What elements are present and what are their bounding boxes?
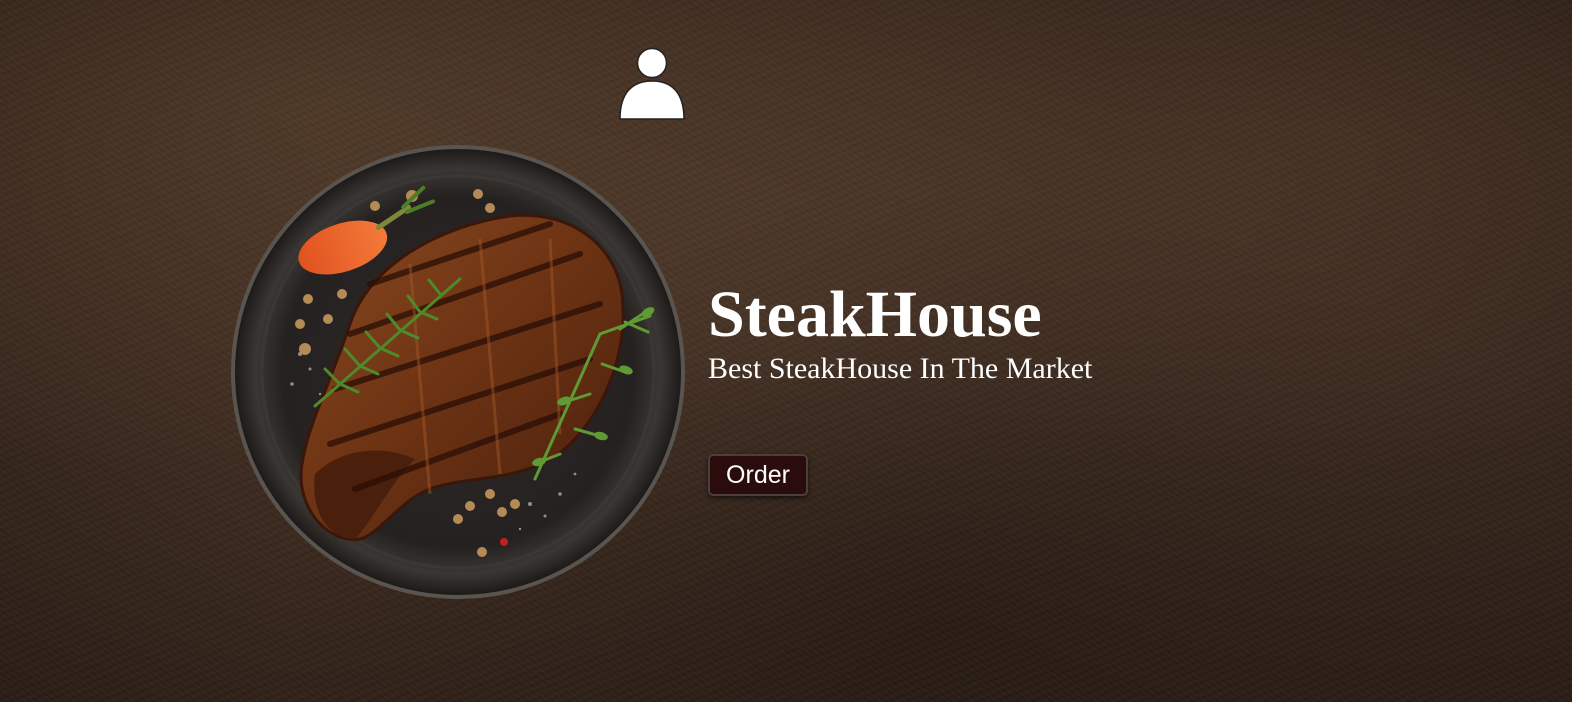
order-button[interactable]: Order — [708, 454, 808, 496]
hero-text-block: SteakHouse Best SteakHouse In The Market — [708, 278, 1092, 386]
user-profile-icon[interactable] — [618, 47, 686, 121]
hero-subtitle: Best SteakHouse In The Market — [708, 352, 1093, 385]
steak-plate-image — [230, 144, 686, 600]
hero-title: SteakHouse — [708, 278, 1042, 351]
